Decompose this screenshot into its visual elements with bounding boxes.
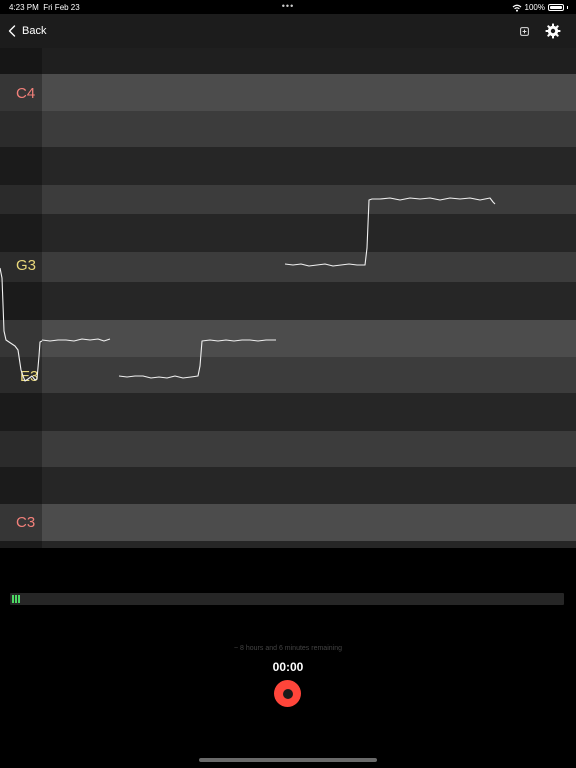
multitask-dots[interactable]: ••• — [0, 1, 576, 11]
back-button[interactable]: Back — [8, 20, 46, 42]
level-bar — [12, 595, 14, 603]
level-bar — [18, 595, 20, 603]
battery-icon — [548, 4, 564, 11]
level-meter — [10, 593, 564, 605]
nav-bar: Back — [0, 14, 576, 48]
battery-tip — [567, 6, 568, 9]
elapsed-timer: 00:00 — [272, 660, 304, 674]
pitch-display[interactable]: C4 G3 E3 C3 — [0, 48, 576, 548]
record-button[interactable] — [274, 680, 301, 707]
export-button[interactable] — [513, 20, 535, 42]
level-bar — [15, 595, 17, 603]
pitch-trace — [0, 197, 496, 382]
remaining-time-text: ~ 8 hours and 6 minutes remaining — [234, 645, 342, 652]
square-plus-icon — [519, 26, 529, 36]
status-right: 100% — [512, 3, 568, 12]
back-label: Back — [22, 25, 47, 37]
settings-button[interactable] — [542, 20, 564, 42]
gear-icon — [545, 23, 561, 39]
chevron-left-icon — [8, 25, 16, 37]
wifi-icon — [512, 4, 521, 12]
home-indicator[interactable] — [199, 758, 377, 762]
status-bar: 4:23 PM Fri Feb 23 ••• 100% — [0, 0, 576, 14]
record-icon — [282, 688, 293, 699]
battery-percent: 100% — [524, 3, 545, 12]
